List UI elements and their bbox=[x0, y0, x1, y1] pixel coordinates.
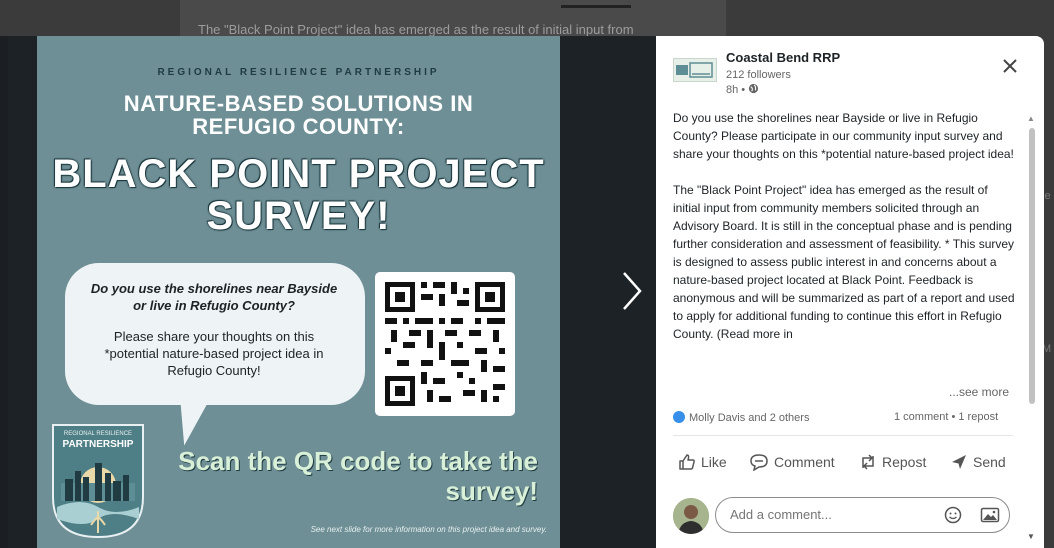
reactions-summary[interactable]: Molly Davis and 2 others bbox=[673, 411, 809, 424]
comment-icon bbox=[750, 454, 768, 472]
comment-label: Comment bbox=[774, 454, 835, 470]
reactions-text: Molly Davis and 2 others bbox=[689, 412, 810, 424]
like-reaction-icon bbox=[673, 411, 685, 423]
speech-bubble-tail bbox=[170, 397, 208, 449]
scrollbar-thumb[interactable] bbox=[1029, 128, 1035, 404]
avatar[interactable] bbox=[673, 498, 709, 534]
company-logo[interactable] bbox=[673, 58, 717, 82]
post-time: 8h • bbox=[726, 83, 759, 96]
scroll-down-icon[interactable]: ▼ bbox=[1027, 532, 1035, 541]
post-paragraph: Do you use the shorelines near Bayside o… bbox=[673, 111, 1014, 161]
scroll-up-icon[interactable]: ▲ bbox=[1027, 114, 1035, 123]
repost-icon bbox=[862, 454, 874, 470]
avatar-graphic bbox=[673, 498, 709, 534]
post-panel: Coastal Bend RRP 212 followers 8h • Do y… bbox=[656, 36, 1044, 548]
emoji-button[interactable] bbox=[944, 506, 962, 529]
chevron-right-icon bbox=[623, 272, 642, 310]
qr-code bbox=[375, 272, 515, 416]
globe-icon bbox=[749, 83, 759, 94]
image-viewer: REGIONAL RESILIENCE PARTNERSHIP NATURE-B… bbox=[8, 36, 656, 548]
partnership-logo: REGIONAL RESILIENCE PARTNERSHIP bbox=[51, 423, 145, 539]
background-page: The "Black Point Project" idea has emerg… bbox=[0, 0, 1054, 37]
slide-footer: See next slide for more information on t… bbox=[310, 525, 547, 534]
comment-repost-counts[interactable]: 1 comment • 1 repost bbox=[894, 411, 998, 423]
company-logo-graphic bbox=[676, 62, 713, 78]
author-name[interactable]: Coastal Bend RRP bbox=[726, 50, 840, 65]
next-image-button[interactable] bbox=[618, 269, 644, 313]
send-button[interactable]: Send bbox=[950, 453, 1006, 471]
slide-subtitle: NATURE-BASED SOLUTIONS IN REFUGIO COUNTY… bbox=[123, 91, 474, 139]
post-text: Do you use the shorelines near Bayside o… bbox=[673, 109, 1015, 361]
comment-box[interactable] bbox=[715, 497, 1010, 533]
image-icon bbox=[980, 507, 1000, 523]
logo-text-main: PARTNERSHIP bbox=[63, 439, 134, 450]
send-icon bbox=[952, 455, 966, 469]
comment-button[interactable]: Comment bbox=[749, 453, 835, 472]
emoji-icon bbox=[944, 506, 962, 524]
repost-button[interactable]: Repost bbox=[859, 453, 926, 471]
thumbs-up-icon bbox=[679, 454, 695, 470]
like-button[interactable]: Like bbox=[678, 453, 727, 471]
like-label: Like bbox=[701, 454, 727, 470]
slide-cta: Scan the QR code to take the survey! bbox=[178, 446, 538, 506]
close-icon bbox=[1003, 59, 1017, 73]
follower-count: 212 followers bbox=[726, 69, 791, 81]
background-accent bbox=[561, 5, 631, 8]
slide-question: Do you use the shorelines near Bayside o… bbox=[90, 281, 338, 313]
divider bbox=[673, 435, 1013, 436]
repost-label: Repost bbox=[882, 454, 927, 470]
panel-scrollbar[interactable]: ▲ ▼ bbox=[1027, 114, 1037, 548]
slide-body: Please share your thoughts on this *pote… bbox=[104, 329, 324, 378]
qr-code-graphic bbox=[385, 282, 505, 406]
post-time-text: 8h • bbox=[726, 84, 746, 96]
logo-text-top: REGIONAL RESILIENCE bbox=[64, 431, 132, 437]
post-paragraph: The "Black Point Project" idea has emerg… bbox=[673, 183, 1015, 341]
background-post: The "Black Point Project" idea has emerg… bbox=[180, 0, 726, 37]
slide-eyebrow: REGIONAL RESILIENCE PARTNERSHIP bbox=[157, 67, 440, 78]
send-label: Send bbox=[973, 454, 1006, 470]
comment-input[interactable] bbox=[728, 506, 932, 523]
survey-slide-image: REGIONAL RESILIENCE PARTNERSHIP NATURE-B… bbox=[37, 36, 560, 548]
partnership-logo-graphic: REGIONAL RESILIENCE PARTNERSHIP bbox=[52, 424, 144, 539]
slide-title: BLACK POINT PROJECT SURVEY! bbox=[52, 152, 545, 238]
see-more-link[interactable]: ...see more bbox=[945, 385, 1010, 399]
background-text: The "Black Point Project" idea has emerg… bbox=[198, 22, 634, 37]
speech-bubble: Do you use the shorelines near Bayside o… bbox=[65, 263, 365, 405]
close-button[interactable] bbox=[996, 52, 1024, 80]
add-image-button[interactable] bbox=[980, 506, 1000, 529]
